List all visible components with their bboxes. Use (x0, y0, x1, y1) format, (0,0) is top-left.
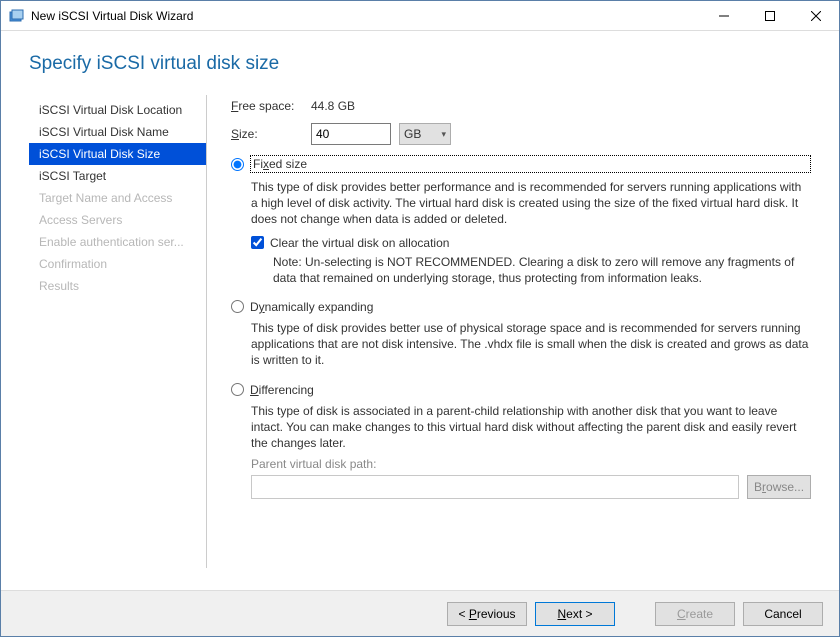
nav-item-confirmation: Confirmation (29, 253, 206, 275)
page-title: Specify iSCSI virtual disk size (29, 53, 839, 75)
radio-fixed-size-label: Fixed size (250, 155, 811, 173)
nav-item-name[interactable]: iSCSI Virtual Disk Name (29, 121, 206, 143)
fixed-size-description: This type of disk provides better perfor… (251, 179, 811, 228)
radio-fixed-size[interactable] (231, 158, 244, 171)
window-title: New iSCSI Virtual Disk Wizard (31, 9, 701, 23)
previous-button[interactable]: < Previous (447, 602, 527, 626)
nav-item-location[interactable]: iSCSI Virtual Disk Location (29, 99, 206, 121)
parent-path-input (251, 475, 739, 499)
browse-button: Browse... (747, 475, 811, 499)
radio-differencing-label: Differencing (250, 383, 314, 397)
nav-item-target-name: Target Name and Access (29, 187, 206, 209)
wizard-footer: < Previous Next > Create Cancel (1, 590, 839, 636)
radio-dynamic[interactable] (231, 300, 244, 313)
nav-item-target[interactable]: iSCSI Target (29, 165, 206, 187)
nav-item-access-servers: Access Servers (29, 209, 206, 231)
chevron-down-icon: ▾ (441, 129, 446, 140)
dynamic-description: This type of disk provides better use of… (251, 320, 811, 369)
radio-differencing[interactable] (231, 383, 244, 396)
free-space-label: Free space: (231, 99, 311, 113)
nav-item-size[interactable]: iSCSI Virtual Disk Size (29, 143, 206, 165)
app-icon (9, 8, 25, 24)
size-label: Size: (231, 127, 311, 141)
minimize-button[interactable] (701, 1, 747, 31)
size-unit-dropdown[interactable]: GB ▾ (399, 123, 451, 145)
wizard-body: Specify iSCSI virtual disk size iSCSI Vi… (1, 31, 839, 590)
create-button: Create (655, 602, 735, 626)
next-button[interactable]: Next > (535, 602, 615, 626)
differencing-description: This type of disk is associated in a par… (251, 403, 811, 452)
close-button[interactable] (793, 1, 839, 31)
cancel-button[interactable]: Cancel (743, 602, 823, 626)
titlebar: New iSCSI Virtual Disk Wizard (1, 1, 839, 31)
size-input[interactable] (311, 123, 391, 145)
checkbox-clear-disk-label: Clear the virtual disk on allocation (270, 236, 449, 250)
size-unit-value: GB (404, 127, 421, 141)
parent-path-label: Parent virtual disk path: (251, 457, 811, 471)
nav-item-authentication: Enable authentication ser... (29, 231, 206, 253)
clear-disk-note: Note: Un-selecting is NOT RECOMMENDED. C… (273, 254, 811, 286)
nav-item-results: Results (29, 275, 206, 297)
main-pane: Free space: 44.8 GB Size: GB ▾ Fixed siz… (207, 95, 839, 568)
wizard-nav: iSCSI Virtual Disk Location iSCSI Virtua… (29, 95, 207, 568)
checkbox-clear-disk[interactable] (251, 236, 264, 249)
free-space-value: 44.8 GB (311, 99, 355, 113)
maximize-button[interactable] (747, 1, 793, 31)
radio-dynamic-label: Dynamically expanding (250, 300, 373, 314)
